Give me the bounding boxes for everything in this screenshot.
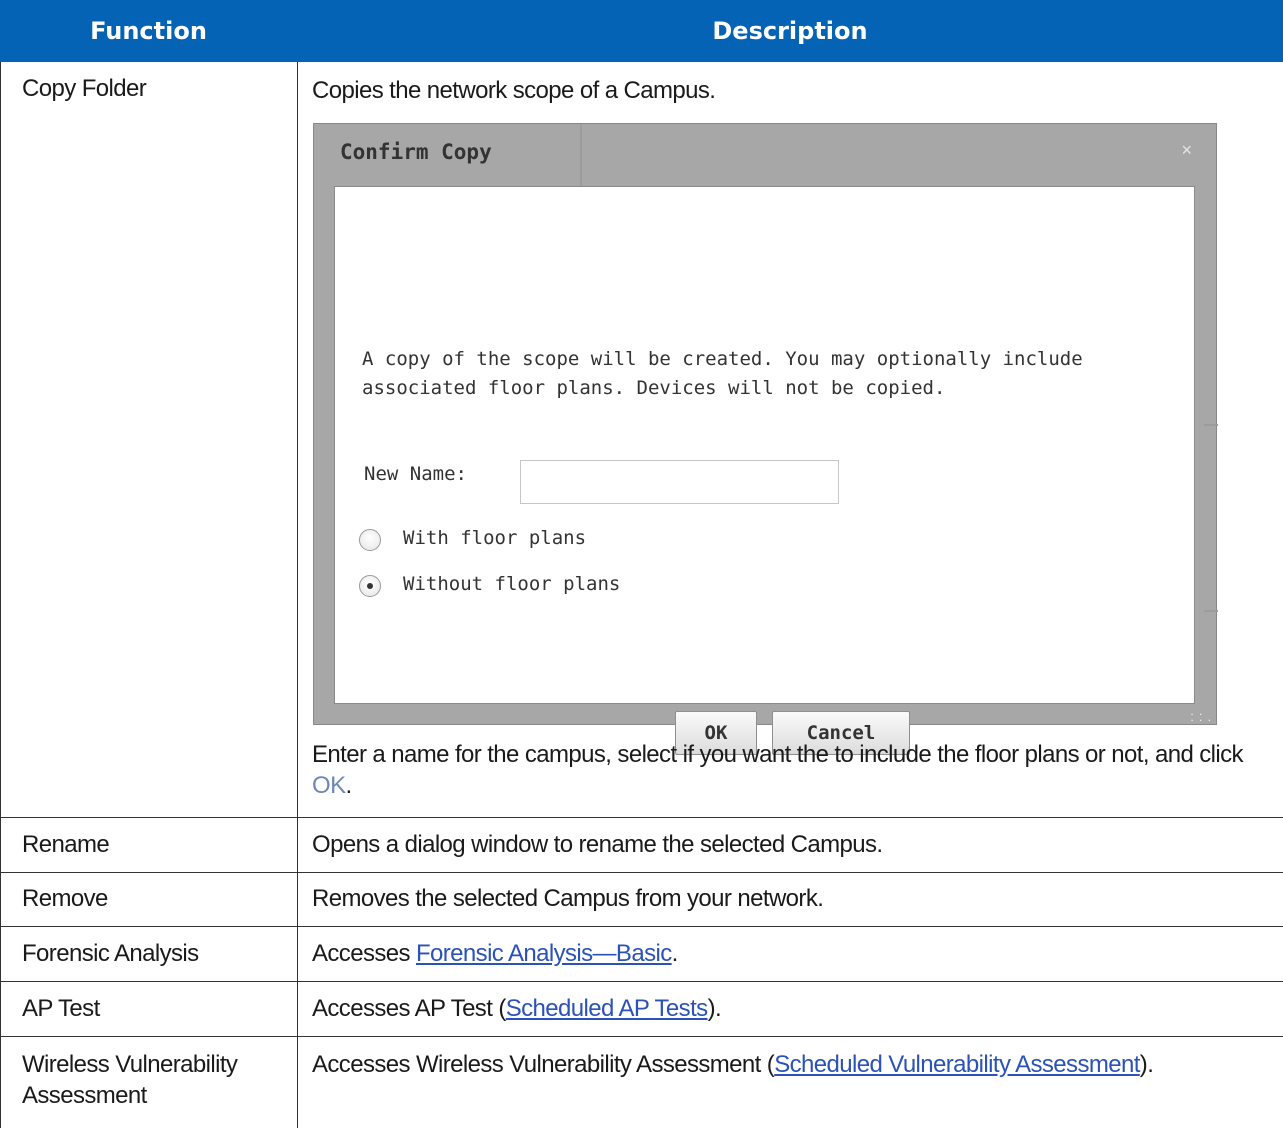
resize-grip-icon[interactable]: . .. . .: [1190, 705, 1212, 723]
row-function-ap-test: AP Test: [22, 995, 100, 1022]
row-description-copy-folder: Copies the network scope of a Campus.: [312, 77, 716, 104]
row-divider: [0, 981, 1283, 982]
radio-button-icon[interactable]: [359, 529, 381, 551]
table-left-border: [0, 62, 1, 1128]
column-divider: [297, 62, 298, 1128]
ok-reference: OK: [312, 772, 346, 799]
confirm-copy-dialog: Confirm Copy × A copy of the scope will …: [313, 123, 1218, 755]
row-description-wireless-vulnerability-assessment: Accesses Wireless Vulnerability Assessme…: [312, 1051, 1154, 1078]
dialog-message: A copy of the scope will be created. You…: [362, 348, 1083, 399]
background-divider: [1204, 610, 1218, 612]
radio-label: With floor plans: [403, 527, 587, 549]
row-divider: [0, 817, 1283, 818]
row-description-ap-test: Accesses AP Test (Scheduled AP Tests).: [312, 995, 722, 1022]
row-function-rename: Rename: [22, 831, 110, 858]
row-divider: [0, 872, 1283, 873]
row-function-copy-folder: Copy Folder: [22, 75, 147, 102]
background-divider: [1204, 424, 1218, 426]
table-header: Function Description: [0, 0, 1283, 62]
row-instructions-copy-folder: Enter a name for the campus, select if y…: [312, 741, 1244, 799]
new-name-input[interactable]: [520, 460, 839, 504]
row-description-remove: Removes the selected Campus from your ne…: [312, 885, 824, 912]
row-description-forensic-analysis: Accesses Forensic Analysis—Basic.: [312, 940, 678, 967]
radio-label: Without floor plans: [403, 573, 621, 595]
row-description-rename: Opens a dialog window to rename the sele…: [312, 831, 883, 858]
row-divider: [0, 1036, 1283, 1037]
background-divider: [580, 124, 582, 186]
link-scheduled-ap-tests[interactable]: Scheduled AP Tests: [506, 995, 708, 1022]
new-name-label: New Name:: [364, 463, 467, 485]
row-function-wireless-vulnerability-assessment: Wireless Vulnerability Assessment: [22, 1051, 238, 1109]
link-scheduled-vulnerability-assessment[interactable]: Scheduled Vulnerability Assessment: [774, 1051, 1140, 1078]
dialog-title: Confirm Copy: [340, 140, 492, 164]
row-function-remove: Remove: [22, 885, 108, 912]
header-description: Description: [712, 17, 868, 45]
close-icon[interactable]: ×: [1181, 140, 1192, 161]
radio-button-checked-icon[interactable]: [359, 575, 381, 597]
header-function: Function: [90, 17, 207, 45]
link-forensic-analysis-basic[interactable]: Forensic Analysis—Basic: [416, 940, 672, 967]
row-divider: [0, 926, 1283, 927]
row-function-forensic-analysis: Forensic Analysis: [22, 940, 199, 967]
dialog-body: A copy of the scope will be created. You…: [334, 186, 1195, 755]
